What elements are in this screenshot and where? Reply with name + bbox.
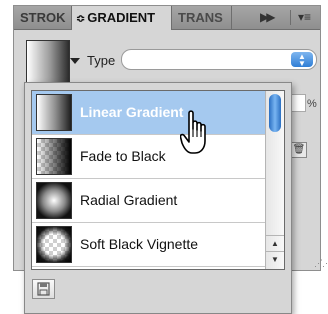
select-arrows-icon: ▲ ▼ — [291, 52, 313, 68]
list-item-linear-gradient[interactable]: Linear Gradient — [32, 91, 265, 135]
list-item-label: Soft Black Vignette — [80, 236, 199, 252]
preset-list: Linear Gradient Fade to Black Radial Gra… — [31, 90, 285, 270]
list-item-soft-black-vignette[interactable]: Soft Black Vignette — [32, 223, 265, 267]
percent-sign: % — [307, 98, 317, 110]
tab-stroke[interactable]: STROK — [14, 6, 72, 29]
list-item-radial-gradient[interactable]: Radial Gradient — [32, 179, 265, 223]
location-field[interactable] — [291, 94, 306, 112]
gradient-preset-popup: Linear Gradient Fade to Black Radial Gra… — [24, 82, 292, 314]
resize-grip-icon[interactable]: ⋰⋰ — [314, 258, 328, 269]
tab-transparency-label: TRANS — [178, 10, 223, 25]
list-item-label: Fade to Black — [80, 148, 166, 164]
menu-divider — [290, 10, 291, 25]
tab-gradient-arrows-icon: ≎ — [76, 13, 86, 25]
panel-tab-bar: STROK ≎ GRADIENT TRANS ▶▶ ▾≡ — [14, 6, 320, 30]
panel-menu-area: ▶▶ ▾≡ — [240, 6, 320, 29]
fade-to-black-swatch — [36, 138, 72, 175]
tab-transparency[interactable]: TRANS — [172, 6, 232, 29]
chevron-down-icon[interactable] — [70, 58, 80, 64]
tab-gradient-label: GRADIENT — [87, 10, 156, 25]
radial-gradient-swatch — [36, 182, 72, 219]
soft-black-vignette-swatch — [36, 226, 72, 263]
panel-menu-icon[interactable]: ▾≡ — [298, 6, 311, 29]
list-item-label: Linear Gradient — [80, 104, 184, 120]
scrollbar-thumb[interactable] — [269, 94, 281, 132]
list-scrollbar[interactable]: ▲ ▼ — [265, 91, 284, 269]
gradient-swatch-button[interactable] — [26, 40, 70, 83]
list-item-fade-to-black[interactable]: Fade to Black — [32, 135, 265, 179]
trash-icon[interactable]: 🗑 — [291, 142, 307, 158]
floppy-disk-icon — [37, 282, 50, 296]
save-preset-button[interactable] — [32, 279, 55, 299]
tab-gradient[interactable]: ≎ GRADIENT — [72, 6, 172, 30]
hand-pointer-cursor-icon — [180, 110, 206, 154]
type-label: Type — [87, 53, 116, 68]
list-item-label: Radial Gradient — [80, 192, 178, 208]
scroll-up-arrow-icon[interactable]: ▲ — [266, 235, 284, 252]
tab-stroke-label: STROK — [20, 10, 66, 25]
linear-gradient-swatch — [36, 94, 72, 131]
scroll-down-arrow-icon[interactable]: ▼ — [266, 251, 284, 268]
type-select[interactable]: ▲ ▼ — [121, 49, 317, 70]
ffwd-icon[interactable]: ▶▶ — [260, 6, 276, 29]
